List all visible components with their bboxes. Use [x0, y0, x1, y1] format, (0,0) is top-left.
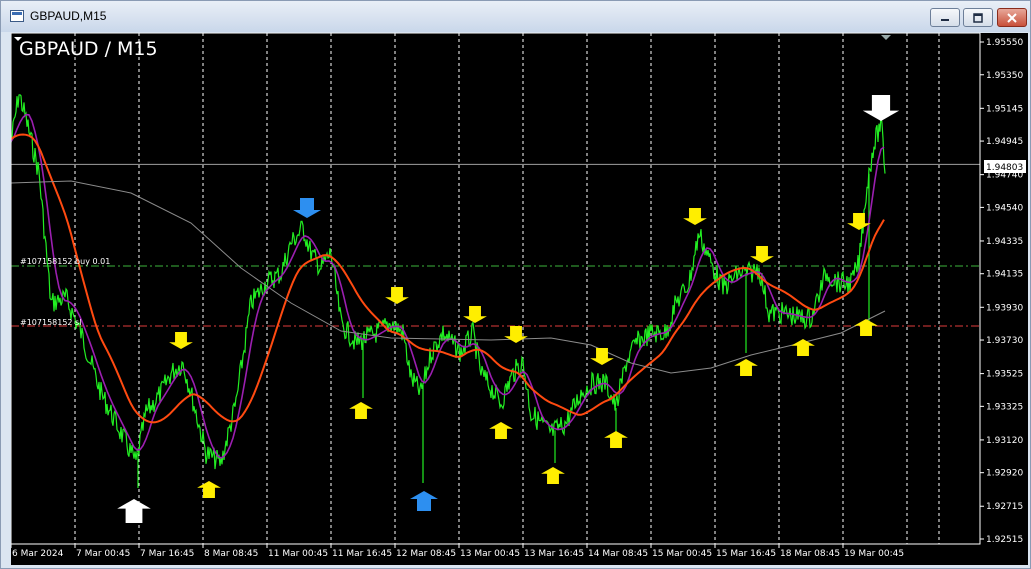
title-bar[interactable]: GBPAUD,M15: [1, 1, 1030, 32]
price-label: 1.92920: [986, 469, 1023, 479]
stop-loss-label: #107158152 sl: [20, 318, 81, 327]
time-label: 18 Mar 08:45: [780, 549, 840, 559]
price-label: 1.95145: [986, 104, 1023, 114]
time-label: 19 Mar 00:45: [844, 549, 904, 559]
time-label: 12 Mar 08:45: [396, 549, 456, 559]
price-label: 1.95350: [986, 71, 1023, 81]
time-label: 13 Mar 00:45: [460, 549, 520, 559]
price-chart[interactable]: 1.955501.953501.951451.949451.947401.945…: [11, 33, 1028, 565]
time-label: 8 Mar 08:45: [204, 549, 258, 559]
window-title: GBPAUD,M15: [30, 9, 107, 23]
price-label: 1.93730: [986, 336, 1023, 346]
minimize-icon: [941, 18, 949, 21]
buy-order-label: #107158152 buy 0.01: [20, 257, 110, 266]
price-label: 1.93120: [986, 436, 1023, 446]
close-icon: [1007, 12, 1017, 23]
price-label: 1.93525: [986, 370, 1023, 380]
time-label: 11 Mar 00:45: [268, 549, 328, 559]
terminal-window: GBPAUD,M15 1.95550 1.95350 1.95145 1.94945 1…: [0, 0, 1031, 569]
time-label: 6 Mar 2024: [12, 549, 64, 559]
price-label: 1.94945: [986, 137, 1023, 147]
price-label: 1.94135: [986, 270, 1023, 280]
time-label: 7 Mar 00:45: [76, 549, 130, 559]
price-label: 1.93325: [986, 402, 1023, 412]
price-label: 1.94335: [986, 237, 1023, 247]
price-label: 1.92515: [986, 535, 1023, 545]
maximize-icon: [973, 12, 983, 23]
time-label: 13 Mar 16:45: [524, 549, 584, 559]
close-button[interactable]: [997, 8, 1027, 27]
maximize-button[interactable]: [963, 8, 993, 27]
price-label: 1.94540: [986, 203, 1023, 213]
price-label: 1.93930: [986, 303, 1023, 313]
minimize-button[interactable]: [930, 8, 960, 27]
price-label: 1.95550: [986, 38, 1023, 48]
current-price-label: 1.94803: [986, 163, 1023, 173]
price-label: 1.92715: [986, 502, 1023, 512]
time-label: 15 Mar 16:45: [716, 549, 776, 559]
current-price-tag: 1.94803: [984, 160, 1026, 173]
time-label: 15 Mar 00:45: [652, 549, 712, 559]
chart-window-icon: [10, 10, 24, 22]
time-label: 14 Mar 08:45: [588, 549, 648, 559]
symbol-label: GBPAUD / M15: [19, 38, 158, 60]
time-label: 11 Mar 16:45: [332, 549, 392, 559]
time-label: 7 Mar 16:45: [140, 549, 194, 559]
